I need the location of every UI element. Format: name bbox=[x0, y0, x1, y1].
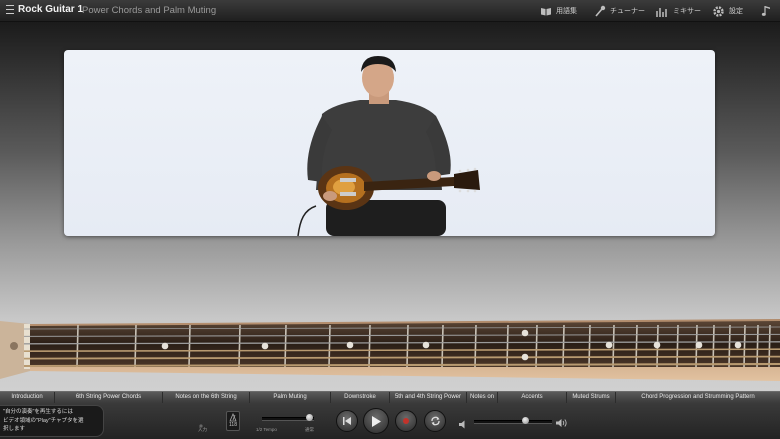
chapter-palm-muting[interactable]: Palm Muting bbox=[250, 392, 331, 403]
title-bar: Rock Guitar 1 Power Chords and Palm Muti… bbox=[0, 0, 780, 22]
fretboard-graphic bbox=[0, 319, 780, 381]
chapter-6th-string-power-chords[interactable]: 6th String Power Chords bbox=[55, 392, 163, 403]
glossary-button[interactable]: 用語集 bbox=[540, 4, 577, 18]
fret-wire bbox=[635, 324, 638, 368]
fret-wire bbox=[562, 324, 565, 368]
input-label: 入力 bbox=[198, 427, 207, 432]
hint-line-1: "自分の演奏"を再生するには bbox=[3, 409, 73, 415]
fret-wire bbox=[474, 324, 477, 368]
glossary-icon bbox=[541, 7, 551, 15]
fret-inlay-dot bbox=[521, 353, 529, 361]
fret-wire bbox=[588, 324, 591, 368]
fret-wire bbox=[768, 324, 771, 368]
mixer-label: ミキサー bbox=[673, 8, 701, 15]
fret-wire bbox=[134, 324, 137, 368]
app-window: Rock Guitar 1 Power Chords and Palm Muti… bbox=[0, 0, 780, 439]
mixer-icon bbox=[656, 7, 667, 17]
chapter-muted-strums[interactable]: Muted Strums bbox=[567, 392, 616, 403]
volume-high-button[interactable] bbox=[556, 415, 568, 427]
stage bbox=[0, 22, 780, 394]
volume-high-icon bbox=[556, 419, 567, 427]
fret-wire bbox=[441, 324, 444, 368]
fret-wire bbox=[535, 324, 538, 368]
fret-inlay-dot bbox=[695, 341, 703, 349]
fret-wire bbox=[756, 324, 759, 368]
fret-inlay-dot bbox=[422, 341, 430, 349]
metronome-button[interactable]: 118 bbox=[226, 411, 240, 431]
fret-wire bbox=[506, 324, 509, 368]
fret-inlay-dot bbox=[653, 341, 661, 349]
fret-wire bbox=[238, 324, 241, 368]
metronome-icon bbox=[229, 413, 237, 422]
tempo-normal-label: 通常 bbox=[305, 427, 314, 432]
fret-inlay-dot bbox=[261, 342, 269, 350]
skip-back-button[interactable] bbox=[336, 410, 358, 432]
app-title: Rock Guitar 1 bbox=[18, 4, 84, 15]
volume-slider-knob[interactable] bbox=[522, 417, 529, 424]
fret-wire bbox=[676, 324, 679, 368]
fret-wire bbox=[728, 324, 731, 368]
loop-button[interactable] bbox=[424, 410, 446, 432]
fret-wire bbox=[188, 324, 191, 368]
mixer-button[interactable]: ミキサー bbox=[655, 4, 701, 18]
chapter-introduction[interactable]: Introduction bbox=[0, 392, 55, 403]
fret-wire bbox=[712, 324, 715, 368]
control-bar: "自分の演奏"を再生するには ビデオ領域の"Play"チャプタを選 択します 入… bbox=[0, 403, 780, 439]
music-note-button[interactable] bbox=[761, 4, 772, 18]
music-note-icon bbox=[761, 6, 770, 16]
chapter-chord-progression[interactable]: Chord Progression and Strumming Pattern bbox=[616, 392, 780, 403]
settings-button[interactable]: 設定 bbox=[712, 4, 743, 18]
glossary-label: 用語集 bbox=[556, 8, 577, 15]
fret-wire bbox=[612, 324, 615, 368]
fret-wire bbox=[284, 324, 287, 368]
fret-wire bbox=[328, 324, 331, 368]
instructor-video bbox=[297, 56, 480, 236]
tuner-button[interactable]: チューナー bbox=[594, 4, 645, 18]
settings-label: 設定 bbox=[729, 8, 743, 15]
fret-inlay-dot bbox=[161, 342, 169, 350]
fret-inlay-dot bbox=[521, 329, 529, 337]
tuner-label: チューナー bbox=[610, 8, 645, 15]
tuner-icon bbox=[595, 5, 606, 17]
hint-line-2: ビデオ領域の"Play"チャプタを選 bbox=[3, 417, 84, 424]
fret-inlay-dot bbox=[346, 341, 354, 349]
fret-wire bbox=[743, 324, 746, 368]
chapter-5th-4th-string-power[interactable]: 5th and 4th String Power bbox=[390, 392, 467, 403]
record-icon bbox=[403, 418, 409, 424]
input-indicator[interactable] bbox=[198, 416, 204, 428]
tempo-slider-knob[interactable] bbox=[306, 414, 313, 421]
tempo-slow-label: 1/2 Tempo bbox=[256, 427, 277, 432]
chapter-notes-on[interactable]: Notes on bbox=[467, 392, 498, 403]
skip-back-icon bbox=[343, 417, 351, 425]
fret-inlay-dot bbox=[734, 341, 742, 349]
gear-icon bbox=[713, 5, 724, 17]
menu-icon[interactable] bbox=[6, 5, 14, 15]
volume-low-button[interactable] bbox=[459, 416, 469, 429]
fret-inlay-dot bbox=[605, 341, 613, 349]
video-panel[interactable] bbox=[64, 50, 715, 236]
volume-low-icon bbox=[459, 420, 465, 429]
fret-wire bbox=[406, 324, 409, 368]
record-button[interactable] bbox=[395, 410, 417, 432]
fret-wire bbox=[368, 324, 371, 368]
tempo-value: 118 bbox=[229, 422, 237, 428]
chapter-notes-6th-string[interactable]: Notes on the 6th String bbox=[163, 392, 250, 403]
play-icon bbox=[372, 415, 381, 427]
loop-icon bbox=[430, 416, 440, 426]
chapter-accents[interactable]: Accents bbox=[498, 392, 567, 403]
play-hint: "自分の演奏"を再生するには ビデオ領域の"Play"チャプタを選 択します bbox=[0, 405, 104, 437]
chapter-downstroke[interactable]: Downstroke bbox=[331, 392, 390, 403]
play-button[interactable] bbox=[363, 408, 389, 434]
volume-slider[interactable] bbox=[474, 420, 552, 424]
hint-line-3: 択します bbox=[3, 426, 26, 432]
fretboard[interactable] bbox=[0, 319, 780, 393]
fret-wire bbox=[76, 324, 79, 368]
lesson-title: Power Chords and Palm Muting bbox=[82, 5, 217, 16]
